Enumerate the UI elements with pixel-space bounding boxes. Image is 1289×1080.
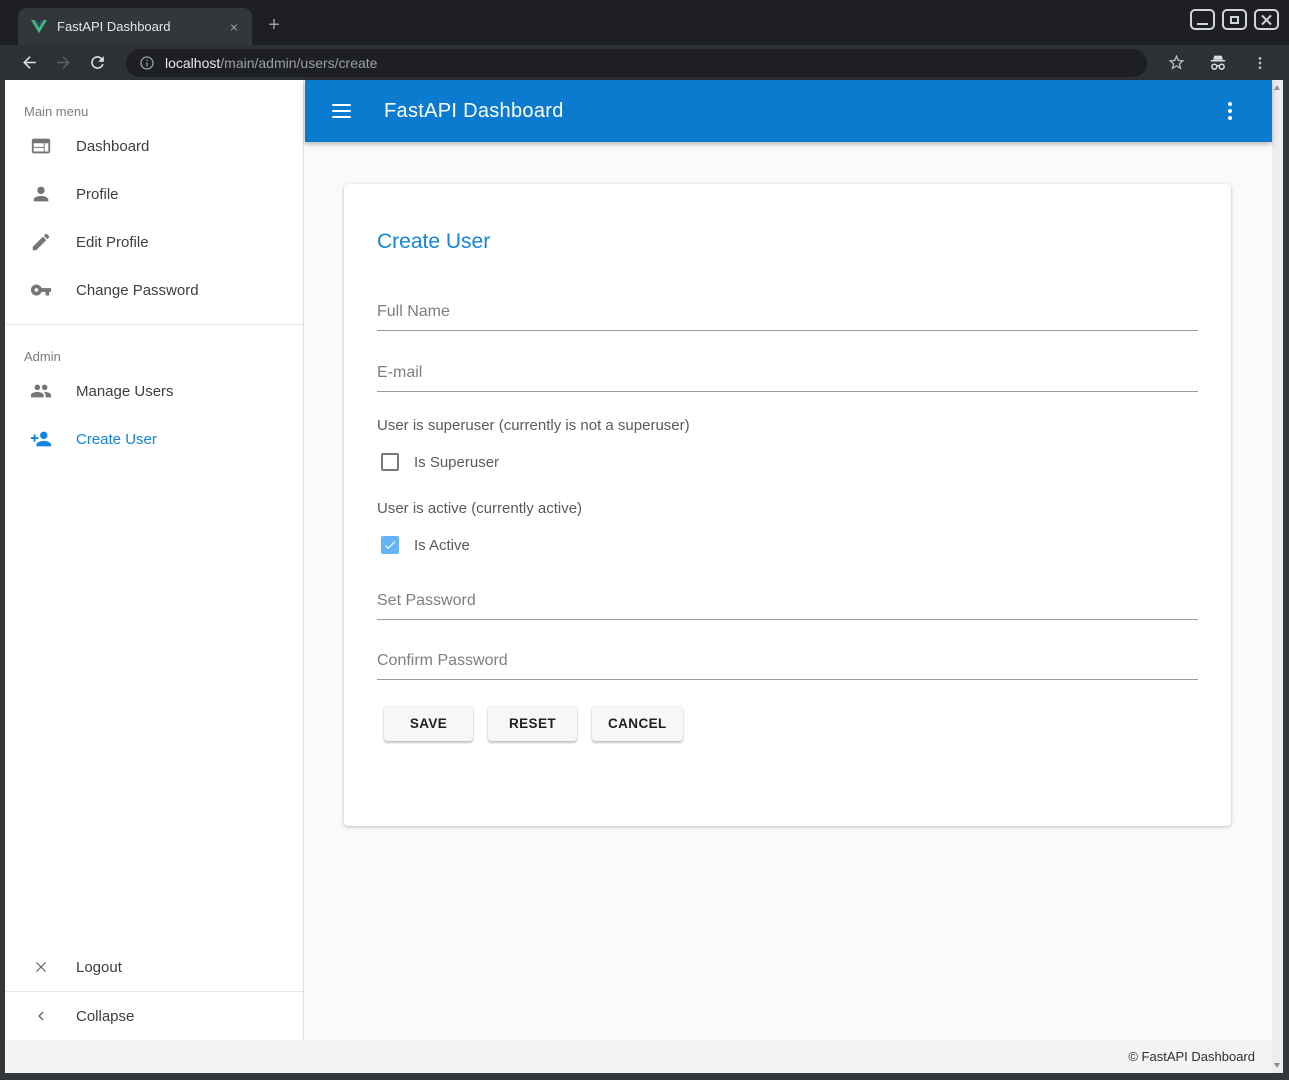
full-name-input[interactable] bbox=[377, 303, 1198, 331]
key-icon bbox=[29, 278, 53, 302]
browser-tab[interactable]: FastAPI Dashboard × bbox=[18, 8, 252, 45]
close-icon bbox=[29, 955, 53, 979]
check-icon bbox=[383, 538, 397, 552]
new-tab-button[interactable]: + bbox=[261, 12, 287, 38]
card-title: Create User bbox=[377, 230, 1198, 254]
sidebar-item-label: Manage Users bbox=[76, 383, 174, 400]
edit-icon bbox=[29, 230, 53, 254]
tab-close-icon[interactable]: × bbox=[226, 18, 242, 36]
address-bar[interactable]: localhost/main/admin/users/create bbox=[126, 49, 1147, 77]
reload-icon[interactable] bbox=[80, 48, 114, 78]
bookmark-star-icon[interactable] bbox=[1159, 48, 1193, 78]
page-footer: © FastAPI Dashboard bbox=[5, 1040, 1272, 1073]
url-host: localhost bbox=[165, 55, 220, 71]
vue-logo-icon bbox=[31, 20, 47, 34]
reset-button[interactable]: RESET bbox=[488, 706, 577, 741]
form-buttons: SAVE RESET CANCEL bbox=[377, 706, 1198, 741]
sidebar-section-main-menu: Main menu bbox=[5, 80, 303, 122]
url-text: localhost/main/admin/users/create bbox=[165, 55, 377, 71]
browser-window: FastAPI Dashboard × + localhost/main/adm… bbox=[0, 0, 1289, 1080]
window-controls bbox=[1190, 9, 1279, 30]
forward-icon[interactable] bbox=[46, 48, 80, 78]
is-superuser-label: Is Superuser bbox=[414, 454, 499, 471]
dashboard-icon bbox=[29, 134, 53, 158]
toolbar-right-icons bbox=[1159, 48, 1277, 78]
incognito-icon bbox=[1201, 48, 1235, 78]
browser-toolbar: localhost/main/admin/users/create bbox=[0, 45, 1289, 80]
sidebar-section-admin: Admin bbox=[5, 325, 303, 367]
sidebar-item-dashboard[interactable]: Dashboard bbox=[5, 122, 303, 170]
is-superuser-checkbox[interactable] bbox=[381, 453, 399, 471]
sidebar-item-collapse[interactable]: Collapse bbox=[5, 992, 303, 1040]
app-menu-icon[interactable] bbox=[1218, 99, 1242, 123]
copyright-text: © FastAPI Dashboard bbox=[1128, 1049, 1255, 1064]
superuser-hint: User is superuser (currently is not a su… bbox=[377, 417, 1198, 434]
sidebar-item-label: Collapse bbox=[76, 1008, 134, 1025]
minimize-button[interactable] bbox=[1190, 9, 1215, 30]
info-icon[interactable] bbox=[139, 55, 155, 71]
close-window-button[interactable] bbox=[1254, 9, 1279, 30]
sidebar-item-change-password[interactable]: Change Password bbox=[5, 266, 303, 314]
sidebar-item-profile[interactable]: Profile bbox=[5, 170, 303, 218]
confirm-password-input[interactable] bbox=[377, 652, 1198, 680]
app-header: FastAPI Dashboard bbox=[305, 80, 1272, 142]
is-active-checkbox[interactable] bbox=[381, 536, 399, 554]
tab-title: FastAPI Dashboard bbox=[57, 19, 226, 34]
sidebar-item-label: Profile bbox=[76, 186, 119, 203]
is-active-checkbox-row[interactable]: Is Active bbox=[377, 536, 1198, 554]
browser-menu-icon[interactable] bbox=[1243, 48, 1277, 78]
scrollbar-down-arrow[interactable] bbox=[1274, 1063, 1280, 1068]
cancel-button[interactable]: CANCEL bbox=[592, 706, 683, 741]
is-superuser-checkbox-row[interactable]: Is Superuser bbox=[377, 453, 1198, 471]
chevron-left-icon bbox=[29, 1004, 53, 1028]
sidebar-item-label: Create User bbox=[76, 431, 157, 448]
back-icon[interactable] bbox=[12, 48, 46, 78]
sidebar-item-label: Dashboard bbox=[76, 138, 149, 155]
maximize-button[interactable] bbox=[1222, 9, 1247, 30]
sidebar-bottom: Logout Collapse bbox=[5, 943, 303, 1040]
active-hint: User is active (currently active) bbox=[377, 500, 1198, 517]
person-add-icon bbox=[29, 427, 53, 451]
sidebar-item-manage-users[interactable]: Manage Users bbox=[5, 367, 303, 415]
person-icon bbox=[29, 182, 53, 206]
email-input[interactable] bbox=[377, 364, 1198, 392]
people-icon bbox=[29, 379, 53, 403]
app-title: FastAPI Dashboard bbox=[384, 100, 564, 123]
url-path: /main/admin/users/create bbox=[220, 55, 377, 71]
sidebar-item-label: Edit Profile bbox=[76, 234, 149, 251]
page-content: Main menu Dashboard Profile bbox=[5, 80, 1283, 1073]
browser-tab-strip: FastAPI Dashboard × + bbox=[0, 0, 1289, 45]
scrollbar-up-arrow[interactable] bbox=[1274, 85, 1280, 90]
set-password-input[interactable] bbox=[377, 592, 1198, 620]
page-scrollbar[interactable] bbox=[1272, 80, 1283, 1073]
sidebar-item-edit-profile[interactable]: Edit Profile bbox=[5, 218, 303, 266]
save-button[interactable]: SAVE bbox=[384, 706, 473, 741]
sidebar: Main menu Dashboard Profile bbox=[5, 80, 304, 1040]
sidebar-item-label: Change Password bbox=[76, 282, 199, 299]
hamburger-menu-icon[interactable] bbox=[332, 99, 356, 123]
sidebar-item-create-user[interactable]: Create User bbox=[5, 415, 303, 463]
sidebar-item-label: Logout bbox=[76, 959, 122, 976]
create-user-card: Create User User is superuser (currently… bbox=[344, 184, 1231, 826]
is-active-label: Is Active bbox=[414, 537, 470, 554]
main-area: FastAPI Dashboard Create User User is su… bbox=[305, 80, 1272, 1040]
sidebar-item-logout[interactable]: Logout bbox=[5, 943, 303, 991]
